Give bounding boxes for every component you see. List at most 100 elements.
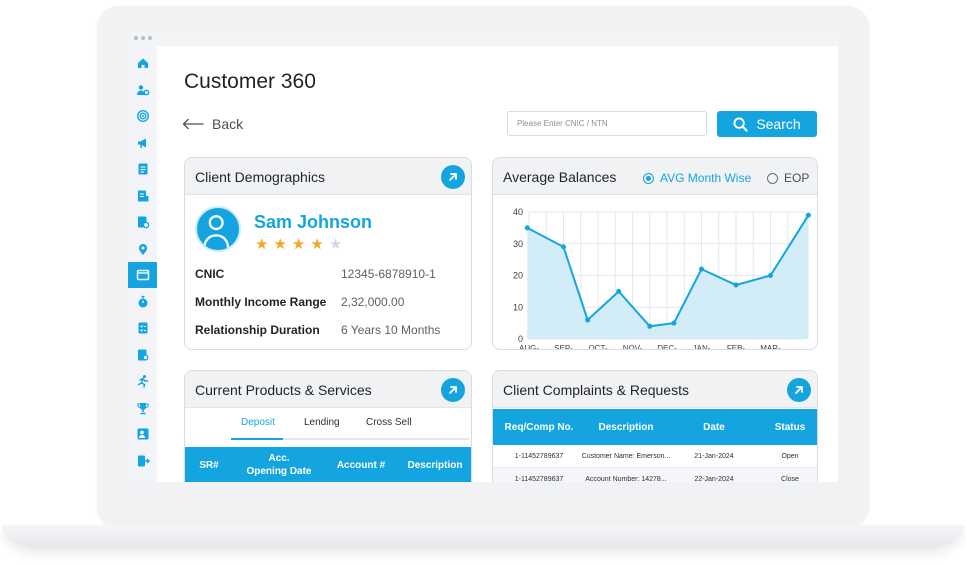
x-tick-label: OCT- bbox=[588, 344, 607, 350]
detail-label: Monthly Income Range bbox=[195, 295, 327, 309]
sidebar-item[interactable] bbox=[128, 236, 157, 262]
back-label: Back bbox=[212, 116, 244, 132]
sidebar-item[interactable] bbox=[128, 342, 157, 368]
rating-stars: ★ ★ ★ ★ ★ bbox=[255, 237, 342, 252]
tab-cross-sell[interactable]: Cross Sell bbox=[366, 417, 412, 428]
sidebar-item[interactable] bbox=[128, 130, 157, 156]
active-tab-indicator bbox=[231, 438, 283, 440]
table-cell: 1-11452789637 bbox=[514, 476, 564, 482]
detail-value: 2,32,000.00 bbox=[341, 295, 405, 309]
card-header: Client Demographics bbox=[185, 158, 471, 195]
current-products-card: Current Products & Services Deposit Lend… bbox=[184, 370, 472, 482]
sidebar-item[interactable] bbox=[128, 156, 157, 182]
sidebar-item[interactable] bbox=[128, 50, 157, 76]
star-filled-icon: ★ bbox=[273, 236, 287, 253]
x-tick-label: DEC- bbox=[657, 344, 677, 350]
table-cell: Close bbox=[781, 476, 799, 482]
page-title: Customer 360 bbox=[184, 70, 316, 93]
x-tick-label: JAN- bbox=[693, 344, 711, 350]
stopwatch-icon bbox=[138, 295, 147, 307]
table-cell: Account Number: 14278... bbox=[585, 476, 667, 482]
column-header: Acc. Opening Date bbox=[246, 453, 312, 477]
detail-label: Relationship Duration bbox=[195, 323, 320, 337]
product-tabs: Deposit Lending Cross Sell bbox=[231, 411, 469, 440]
location-pin-icon bbox=[138, 243, 147, 255]
sidebar-item[interactable] bbox=[128, 183, 157, 209]
star-empty-icon: ★ bbox=[328, 236, 343, 253]
search-button-label: Search bbox=[756, 116, 801, 132]
option-avg-month-wise[interactable]: AVG Month Wise bbox=[643, 171, 751, 185]
products-table-header: SR# Acc. Opening Date Account # Descripti… bbox=[185, 447, 471, 482]
trophy-icon bbox=[136, 402, 149, 414]
y-tick-label: 30 bbox=[513, 239, 523, 249]
average-balances-card: Average Balances AVG Month Wise EOP 0 10 2… bbox=[492, 157, 818, 350]
data-point bbox=[671, 320, 677, 326]
data-point bbox=[733, 282, 739, 288]
data-point bbox=[616, 288, 622, 294]
target-icon bbox=[136, 109, 149, 123]
table-row[interactable]: 1-11452789637 Account Number: 14278... 22-… bbox=[493, 468, 817, 482]
radio-unselected-icon[interactable] bbox=[767, 172, 778, 184]
window-topbar bbox=[128, 30, 838, 46]
search-button[interactable]: Search bbox=[717, 111, 817, 137]
sidebar-item[interactable] bbox=[128, 395, 157, 421]
x-tick-label: MAR- bbox=[760, 344, 781, 350]
sidebar-item[interactable] bbox=[128, 448, 157, 474]
option-eop[interactable]: EOP bbox=[767, 171, 809, 185]
column-header: Account # bbox=[336, 459, 386, 471]
window-dots bbox=[134, 36, 152, 40]
detail-value: 6 Years 10 Months bbox=[341, 323, 441, 337]
laptop-mockup: Customer 360 Back Search Client Demograp… bbox=[0, 0, 966, 565]
card-header: Client Complaints & Requests bbox=[493, 371, 817, 408]
option-label: AVG Month Wise bbox=[660, 171, 752, 185]
sidebar-item[interactable] bbox=[128, 77, 157, 103]
data-point bbox=[524, 225, 530, 231]
data-point bbox=[768, 273, 773, 278]
sidebar-item[interactable] bbox=[128, 209, 157, 235]
star-filled-icon: ★ bbox=[291, 236, 306, 253]
back-button[interactable]: Back bbox=[182, 116, 243, 132]
card-title: Client Demographics bbox=[195, 169, 325, 185]
star-filled-icon: ★ bbox=[255, 236, 269, 253]
data-point bbox=[805, 212, 811, 218]
sidebar-item[interactable] bbox=[128, 289, 157, 315]
expand-button[interactable] bbox=[787, 378, 811, 402]
app-screen: Customer 360 Back Search Client Demograp… bbox=[128, 30, 838, 482]
sidebar-item[interactable] bbox=[128, 262, 157, 288]
tab-lending[interactable]: Lending bbox=[304, 417, 340, 428]
user-icon bbox=[203, 215, 230, 249]
star-filled-icon: ★ bbox=[310, 236, 324, 253]
expand-button[interactable] bbox=[441, 378, 465, 402]
tab-deposit[interactable]: Deposit bbox=[241, 417, 275, 428]
detail-label: CNIC bbox=[195, 267, 225, 281]
arrow-left-icon bbox=[182, 118, 204, 130]
y-tick-label: 40 bbox=[513, 207, 523, 217]
client-demographics-card: Client Demographics Sam Johnson ★ ★ ★ ★ ★ CN… bbox=[184, 157, 472, 350]
sidebar-item[interactable] bbox=[128, 103, 157, 129]
radio-selected-icon[interactable] bbox=[643, 172, 654, 184]
table-row[interactable]: 1-11452789637 Customer Name: Emerson... 21… bbox=[493, 445, 817, 468]
data-point bbox=[647, 323, 653, 329]
column-header: Date bbox=[703, 421, 725, 433]
column-header: Status bbox=[774, 421, 806, 433]
arrow-up-right-icon bbox=[449, 386, 457, 394]
sidebar-item[interactable] bbox=[128, 315, 157, 341]
card-header: Average Balances AVG Month Wise EOP bbox=[493, 158, 817, 195]
sidebar bbox=[128, 46, 157, 482]
data-point bbox=[699, 266, 704, 272]
expand-button[interactable] bbox=[441, 165, 465, 189]
client-name: Sam Johnson bbox=[254, 212, 373, 232]
table-cell: 22-Jan-2024 bbox=[694, 476, 734, 482]
table-cell: Open bbox=[781, 453, 799, 460]
arrow-up-right-icon bbox=[795, 386, 803, 394]
sidebar-item[interactable] bbox=[128, 368, 157, 394]
table-cell: 21-Jan-2024 bbox=[694, 453, 734, 460]
arrow-up-right-icon bbox=[449, 173, 457, 181]
search-input[interactable] bbox=[507, 111, 707, 136]
avatar bbox=[195, 206, 241, 252]
table-cell: Customer Name: Emerson... bbox=[581, 453, 671, 460]
y-tick-label: 0 bbox=[518, 334, 523, 344]
column-header: Description bbox=[407, 459, 463, 471]
search-icon bbox=[733, 116, 748, 132]
sidebar-item[interactable] bbox=[128, 421, 157, 447]
